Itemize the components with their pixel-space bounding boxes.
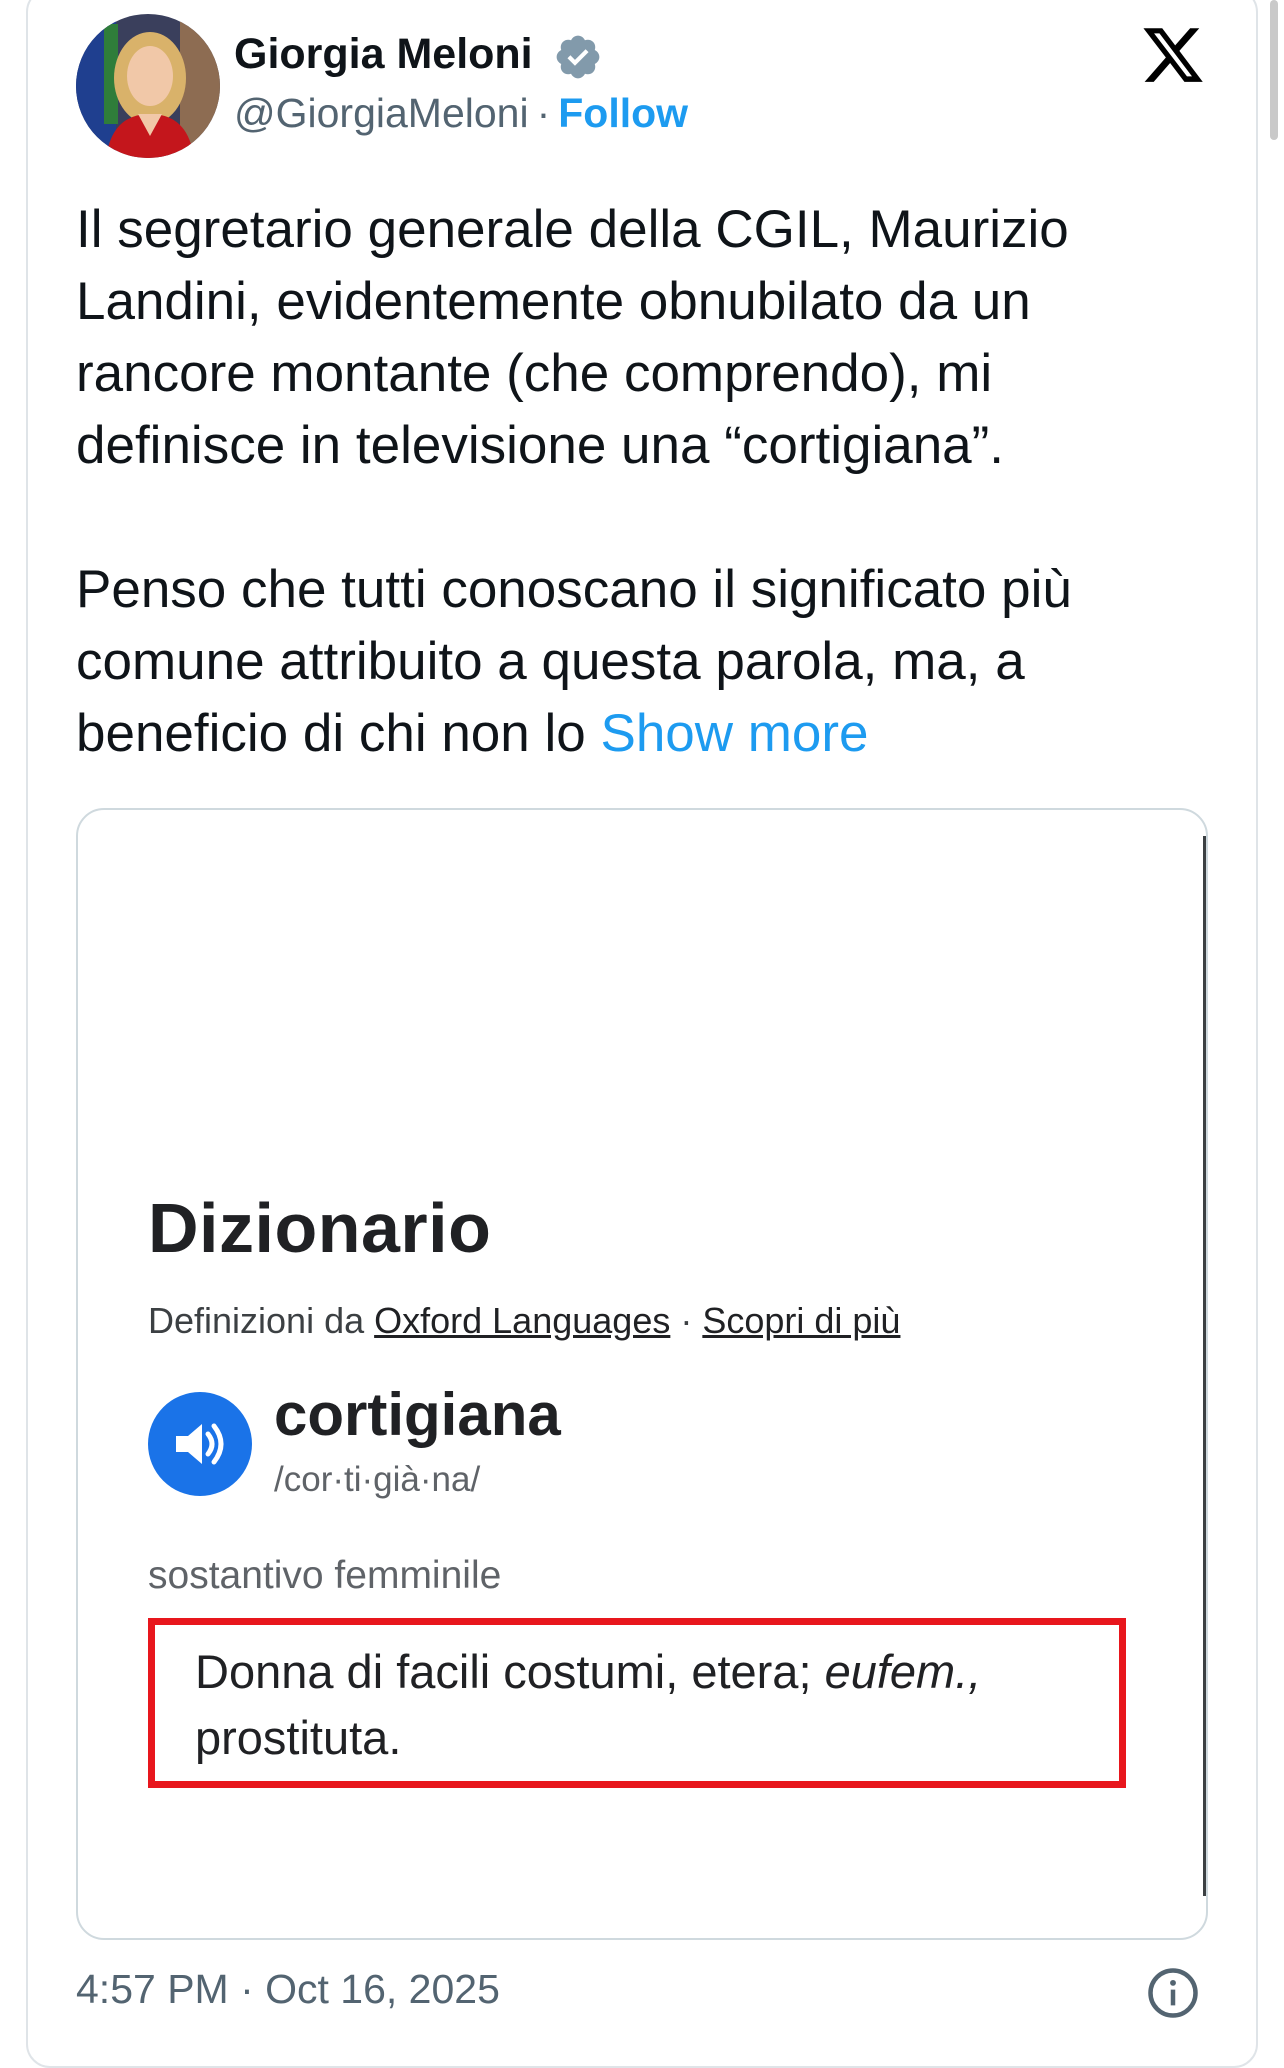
definition-end: prostituta. [195, 1711, 402, 1764]
info-icon[interactable] [1146, 1966, 1200, 2020]
source-prefix: Definizioni da [148, 1300, 375, 1341]
media-edge [1203, 836, 1206, 1896]
part-of-speech: sostantivo femminile [148, 1554, 502, 1597]
show-more-link[interactable]: Show more [600, 704, 868, 763]
definition-text: Donna di facili costumi, etera; eufem., p… [195, 1639, 1095, 1771]
oxford-languages-link: Oxford Languages [374, 1300, 671, 1341]
definition-highlight-box: Donna di facili costumi, etera; eufem., p… [148, 1618, 1126, 1788]
tweet-text: Il segretario generale della CGIL, Mauri… [76, 194, 1216, 770]
dictionary-source: Definizioni da Oxford Languages · Scopri… [148, 1300, 900, 1342]
tweet-body: Il segretario generale della CGIL, Mauri… [76, 200, 1072, 763]
verified-badge-icon [556, 35, 600, 79]
x-logo-icon[interactable] [1140, 22, 1206, 88]
scrollbar[interactable] [1270, 0, 1278, 140]
tweet-media[interactable]: Dizionario Definizioni da Oxford Languag… [76, 808, 1208, 1940]
follow-button[interactable]: Follow [558, 90, 688, 136]
speaker-icon [148, 1392, 252, 1496]
avatar[interactable] [76, 14, 220, 158]
source-separator: · [670, 1300, 703, 1341]
tweet-timestamp[interactable]: 4:57 PM · Oct 16, 2025 [76, 1966, 500, 2013]
dictionary-word: cortigiana [274, 1381, 561, 1448]
tweet-header: Giorgia Meloni @GiorgiaMeloni · Follow [76, 14, 1206, 162]
separator-dot: · [536, 90, 551, 136]
dictionary-title: Dizionario [148, 1189, 492, 1267]
definition-abbrev: eufem., [824, 1645, 982, 1698]
author-handle[interactable]: @GiorgiaMeloni [234, 90, 529, 136]
learn-more-link: Scopri di più [702, 1300, 901, 1341]
dictionary-phonetic: /cor·ti·già·na/ [274, 1460, 481, 1499]
handle-row: @GiorgiaMeloni · Follow [234, 90, 688, 137]
author-name[interactable]: Giorgia Meloni [234, 30, 533, 79]
definition-main: Donna di facili costumi, etera; [195, 1645, 825, 1698]
